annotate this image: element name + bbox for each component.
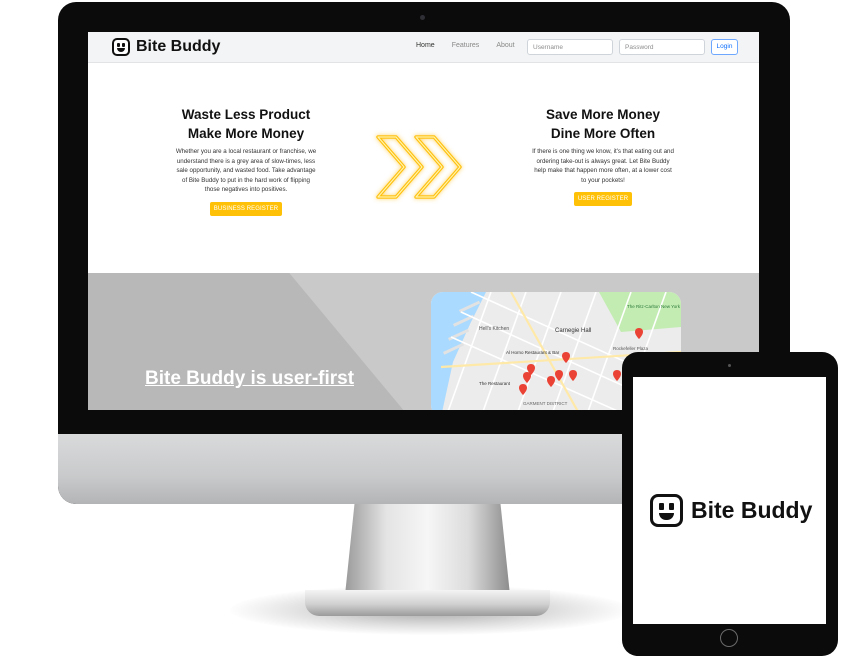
tablet-screen: Bite Buddy <box>633 377 826 624</box>
user-register-button[interactable]: USER REGISTER <box>573 192 633 207</box>
business-description: Whether you are a local restaurant or fr… <box>175 148 317 194</box>
monitor-stand-base <box>305 590 550 616</box>
business-pitch: Waste Less Product Make More Money Wheth… <box>171 105 321 216</box>
home-button-icon[interactable] <box>720 629 738 647</box>
username-input[interactable] <box>527 39 613 55</box>
camera-icon <box>420 15 425 20</box>
nav-link-about[interactable]: About <box>496 42 514 49</box>
user-description: If there is one thing we know, it's that… <box>532 148 674 184</box>
svg-text:The Restaurant: The Restaurant <box>479 381 511 386</box>
tablet-brand: Bite Buddy <box>650 494 812 527</box>
navbar-brand[interactable]: Bite Buddy <box>112 37 220 57</box>
tablet-brand-name: Bite Buddy <box>691 497 813 523</box>
nav-link-home[interactable]: Home <box>416 42 435 49</box>
business-title-line1: Waste Less Product <box>181 107 311 122</box>
tablet-camera-icon <box>728 364 731 367</box>
business-register-button[interactable]: BUSINESS REGISTER <box>209 201 283 216</box>
navbar: Bite Buddy Home Features About Login <box>88 32 759 63</box>
double-chevron-right-icon <box>376 135 462 199</box>
nav-link-features[interactable]: Features <box>452 42 480 49</box>
user-title-line1: Save More Money <box>545 107 661 122</box>
user-pitch: Save More Money Dine More Often If there… <box>528 105 678 207</box>
nav-links: Home Features About <box>416 42 515 49</box>
svg-text:GARMENT DISTRICT: GARMENT DISTRICT <box>523 401 568 406</box>
brand-name: Bite Buddy <box>136 38 221 55</box>
password-input[interactable] <box>619 39 705 55</box>
smiley-logo-icon <box>112 38 130 56</box>
svg-text:Carnegie Hall: Carnegie Hall <box>555 328 591 334</box>
monitor-stand <box>345 500 510 595</box>
user-title-line2: Dine More Often <box>550 126 656 141</box>
smiley-logo-icon <box>650 494 683 527</box>
svg-text:Rockefeller Plaza: Rockefeller Plaza <box>613 346 649 351</box>
tablet-device: Bite Buddy <box>622 352 838 656</box>
svg-text:The Ritz-Carlton New York: The Ritz-Carlton New York <box>627 304 681 309</box>
business-title-line2: Make More Money <box>187 126 305 141</box>
login-button[interactable]: Login <box>711 39 738 55</box>
svg-text:Hell's Kitchen: Hell's Kitchen <box>479 326 509 332</box>
user-first-heading[interactable]: Bite Buddy is user-first <box>145 368 354 390</box>
svg-text:Al Horno Restaurant & Bar: Al Horno Restaurant & Bar <box>506 350 560 355</box>
